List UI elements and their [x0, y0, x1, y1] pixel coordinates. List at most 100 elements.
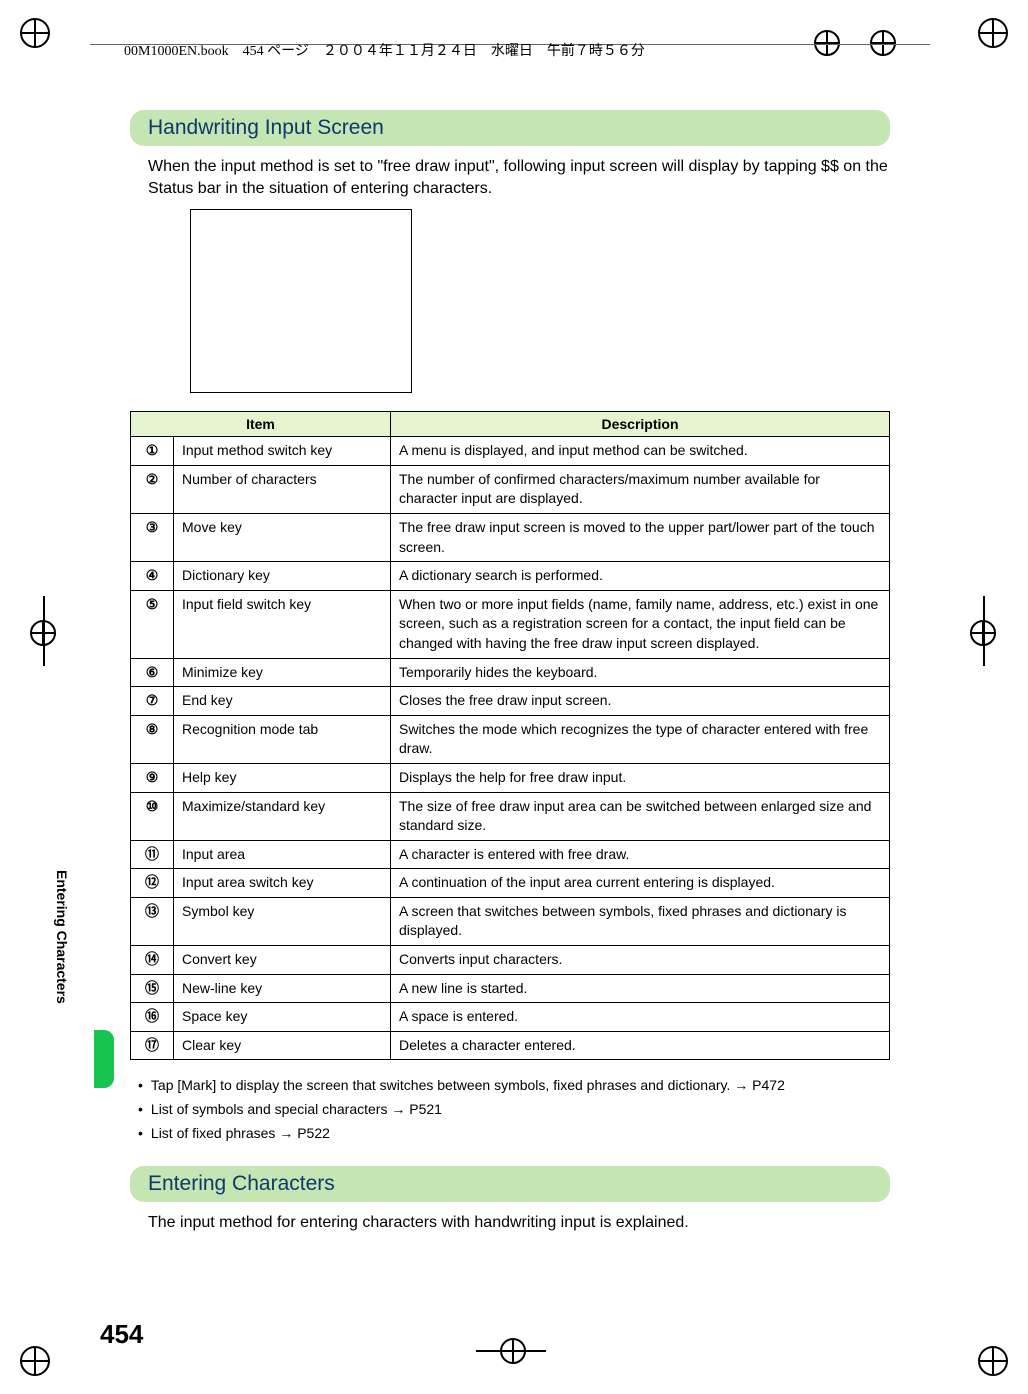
row-item: Input field switch key: [174, 590, 391, 658]
row-item: Dictionary key: [174, 562, 391, 591]
row-item: End key: [174, 687, 391, 716]
bullet-icon: •: [138, 1098, 143, 1122]
row-number: ②: [131, 465, 174, 513]
section-heading-text: Handwriting Input Screen: [148, 116, 384, 139]
side-color-tab: [94, 1030, 114, 1088]
row-item: Symbol key: [174, 897, 391, 945]
list-item: • List of fixed phrases → P522: [138, 1122, 890, 1146]
row-number: ⑮: [131, 974, 174, 1003]
screenshot-placeholder: [190, 209, 412, 393]
row-item: Help key: [174, 763, 391, 792]
row-number: ⑬: [131, 897, 174, 945]
row-description: A continuation of the input area current…: [391, 869, 890, 898]
row-item: Number of characters: [174, 465, 391, 513]
row-number: ⑯: [131, 1003, 174, 1032]
table-row: ⑩Maximize/standard keyThe size of free d…: [131, 792, 890, 840]
table-header-description: Description: [391, 412, 890, 437]
table-row: ⑫Input area switch keyA continuation of …: [131, 869, 890, 898]
row-description: Closes the free draw input screen.: [391, 687, 890, 716]
bullet-icon: •: [138, 1122, 143, 1146]
content-area: Handwriting Input Screen When the input …: [130, 110, 890, 1243]
crop-mark-icon: [978, 1346, 1008, 1376]
table-row: ③Move keyThe free draw input screen is m…: [131, 513, 890, 561]
row-item: Space key: [174, 1003, 391, 1032]
list-item: • List of symbols and special characters …: [138, 1098, 890, 1122]
row-number: ⑩: [131, 792, 174, 840]
table-row: ④Dictionary keyA dictionary search is pe…: [131, 562, 890, 591]
section-heading: Handwriting Input Screen: [130, 110, 890, 146]
row-number: ⑦: [131, 687, 174, 716]
registration-mark-line: [983, 596, 985, 666]
row-description: Displays the help for free draw input.: [391, 763, 890, 792]
crop-mark-icon: [20, 1346, 50, 1376]
table-row: ⑥Minimize keyTemporarily hides the keybo…: [131, 658, 890, 687]
registration-mark-line: [43, 596, 45, 666]
row-description: Temporarily hides the keyboard.: [391, 658, 890, 687]
table-row: ⑤Input field switch keyWhen two or more …: [131, 590, 890, 658]
row-item: Minimize key: [174, 658, 391, 687]
row-number: ⑥: [131, 658, 174, 687]
description-table: Item Description ①Input method switch ke…: [130, 411, 890, 1060]
page: 00M1000EN.book 454 ページ ２００４年１１月２４日 水曜日 午…: [0, 0, 1028, 1394]
row-description: Switches the mode which recognizes the t…: [391, 715, 890, 763]
registration-mark-icon: [814, 30, 840, 56]
table-row: ⑭Convert keyConverts input characters.: [131, 946, 890, 975]
row-item: Input area switch key: [174, 869, 391, 898]
row-description: A menu is displayed, and input method ca…: [391, 437, 890, 466]
row-item: Convert key: [174, 946, 391, 975]
section-intro: The input method for entering characters…: [148, 1212, 890, 1234]
row-description: Deletes a character entered.: [391, 1031, 890, 1060]
row-description: A screen that switches between symbols, …: [391, 897, 890, 945]
table-row: ⑦End keyCloses the free draw input scree…: [131, 687, 890, 716]
row-number: ⑤: [131, 590, 174, 658]
row-number: ⑭: [131, 946, 174, 975]
row-item: Move key: [174, 513, 391, 561]
notes-list: • Tap [Mark] to display the screen that s…: [138, 1074, 890, 1145]
table-row: ⑨Help keyDisplays the help for free draw…: [131, 763, 890, 792]
table-row: ⑪Input areaA character is entered with f…: [131, 840, 890, 869]
table-row: ⑰Clear keyDeletes a character entered.: [131, 1031, 890, 1060]
row-description: The free draw input screen is moved to t…: [391, 513, 890, 561]
row-description: A dictionary search is performed.: [391, 562, 890, 591]
row-number: ③: [131, 513, 174, 561]
row-number: ⑰: [131, 1031, 174, 1060]
row-description: Converts input characters.: [391, 946, 890, 975]
row-number: ⑨: [131, 763, 174, 792]
row-description: The number of confirmed characters/maxim…: [391, 465, 890, 513]
table-row: ①Input method switch keyA menu is displa…: [131, 437, 890, 466]
row-description: A character is entered with free draw.: [391, 840, 890, 869]
row-item: Recognition mode tab: [174, 715, 391, 763]
table-row: ⑬Symbol keyA screen that switches betwee…: [131, 897, 890, 945]
row-item: Clear key: [174, 1031, 391, 1060]
crop-mark-icon: [978, 18, 1008, 48]
print-header: 00M1000EN.book 454 ページ ２００４年１１月２４日 水曜日 午…: [124, 40, 645, 60]
row-item: New-line key: [174, 974, 391, 1003]
table-row: ⑮New-line keyA new line is started.: [131, 974, 890, 1003]
page-number: 454: [100, 1319, 143, 1350]
list-item: • Tap [Mark] to display the screen that s…: [138, 1074, 890, 1098]
row-number: ⑧: [131, 715, 174, 763]
list-item-text: Tap [Mark] to display the screen that sw…: [151, 1074, 785, 1098]
list-item-text: List of fixed phrases → P522: [151, 1122, 330, 1146]
bullet-icon: •: [138, 1074, 143, 1098]
list-item-text: List of symbols and special characters →…: [151, 1098, 442, 1122]
table-header-item: Item: [131, 412, 391, 437]
row-item: Input area: [174, 840, 391, 869]
row-item: Input method switch key: [174, 437, 391, 466]
side-chapter-label: Entering Characters: [54, 870, 70, 1004]
row-number: ⑪: [131, 840, 174, 869]
row-number: ④: [131, 562, 174, 591]
row-description: A new line is started.: [391, 974, 890, 1003]
table-row: ⑧Recognition mode tabSwitches the mode w…: [131, 715, 890, 763]
registration-mark-line: [476, 1350, 546, 1352]
section-intro: When the input method is set to "free dr…: [148, 156, 890, 199]
crop-mark-icon: [20, 18, 50, 48]
table-row: ⑯Space keyA space is entered.: [131, 1003, 890, 1032]
row-description: When two or more input fields (name, fam…: [391, 590, 890, 658]
row-number: ①: [131, 437, 174, 466]
section-heading: Entering Characters: [130, 1166, 890, 1202]
row-item: Maximize/standard key: [174, 792, 391, 840]
row-description: The size of free draw input area can be …: [391, 792, 890, 840]
table-row: ②Number of charactersThe number of confi…: [131, 465, 890, 513]
section-heading-text: Entering Characters: [148, 1172, 335, 1195]
